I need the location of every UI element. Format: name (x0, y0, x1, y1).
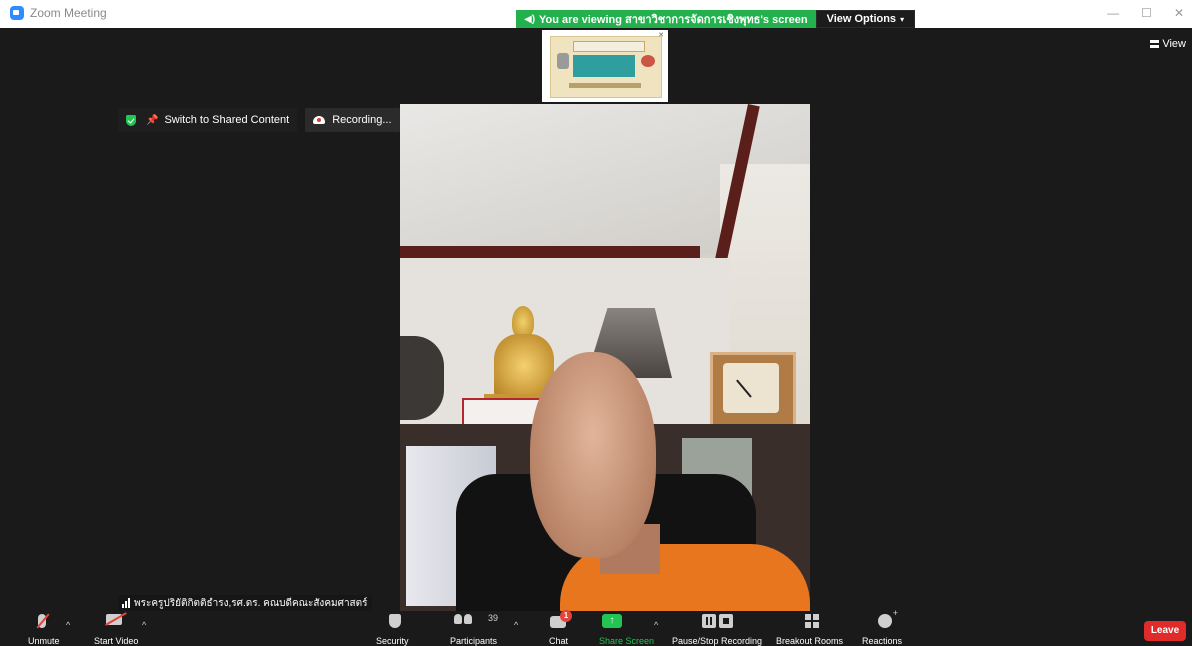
video-ceiling-trim (400, 246, 700, 258)
switch-to-shared-content-label: Switch to Shared Content (164, 114, 290, 126)
participants-options-caret-icon[interactable]: ^ (514, 620, 518, 630)
chat-unread-badge: 1 (560, 610, 572, 622)
participants-button[interactable]: 39 ^ Participants (448, 612, 528, 646)
app-title: Zoom Meeting (10, 6, 107, 20)
maximize-button[interactable]: ☐ (1141, 6, 1152, 20)
signal-strength-icon (122, 598, 130, 608)
share-options-caret-icon[interactable]: ^ (654, 620, 658, 630)
participants-label: Participants (450, 636, 498, 646)
breakout-rooms-label: Breakout Rooms (776, 636, 844, 646)
floating-meeting-controls: 📌 Switch to Shared Content Recording... (118, 108, 443, 132)
pin-icon: 📌 (146, 114, 159, 126)
slide-right-logo (641, 55, 655, 67)
participant-video (400, 104, 810, 611)
participants-count: 39 (488, 613, 499, 623)
participant-name-tag: พระครูปริยัติกิตติธำรง,รศ.ดร. คณบดีคณะสั… (118, 595, 372, 611)
switch-to-shared-content-button[interactable]: 📌 Switch to Shared Content (118, 108, 298, 132)
pause-stop-recording-label: Pause/Stop Recording (672, 636, 763, 646)
start-video-button[interactable]: ^ Start Video (94, 612, 156, 646)
reactions-icon (878, 608, 898, 628)
share-screen-label: Share Screen (599, 636, 655, 646)
viewing-status-text: You are viewing สาขาวิชาการจัดการเชิงพุท… (539, 14, 808, 26)
slide-center-panel (573, 55, 635, 77)
participants-icon (454, 614, 472, 624)
security-icon (389, 614, 401, 628)
participant-name: พระครูปริยัติกิตติธำรง,รศ.ดร. คณบดีคณะสั… (134, 597, 368, 609)
unmute-button[interactable]: ^ Unmute (26, 612, 74, 646)
zoom-logo-icon (10, 6, 24, 20)
video-lamp-left (400, 336, 444, 420)
speaker-icon: ◀) (524, 13, 536, 25)
leave-button[interactable]: Leave (1144, 621, 1186, 641)
meeting-toolbar: ^ Unmute ^ Start Video Security 39 ^ Par… (0, 608, 1192, 646)
shared-slide-preview (550, 36, 662, 98)
window-controls: — ☐ ✕ (1107, 6, 1184, 20)
viewing-banner: ◀) You are viewing สาขาวิชาการจัดการเชิง… (516, 10, 916, 28)
slide-title-block (573, 41, 645, 52)
view-toggle-label: View (1162, 38, 1186, 50)
view-layout-icon (1150, 40, 1160, 48)
share-screen-icon: ↑ (602, 614, 622, 628)
thumbnail-close-icon[interactable]: ✕ (658, 31, 664, 39)
security-label: Security (376, 636, 409, 646)
chat-button[interactable]: 1 Chat (546, 610, 576, 646)
shared-screen-thumbnail[interactable]: ✕ (542, 30, 668, 102)
reactions-button[interactable]: Reactions (862, 608, 908, 646)
chevron-down-icon: ▾ (900, 14, 905, 24)
mic-muted-icon (36, 613, 50, 629)
recording-indicator: Recording... (305, 108, 400, 132)
view-toggle-button[interactable]: View (1150, 38, 1186, 50)
reactions-label: Reactions (862, 636, 903, 646)
title-bar: Zoom Meeting ◀) You are viewing สาขาวิชา… (0, 0, 1192, 28)
video-wall-clock (710, 352, 796, 428)
view-options-label: View Options (826, 13, 897, 25)
close-button[interactable]: ✕ (1174, 6, 1184, 20)
video-face (530, 352, 656, 558)
security-button[interactable]: Security (376, 612, 416, 646)
slide-footer-text (569, 83, 641, 88)
viewing-status: ◀) You are viewing สาขาวิชาการจัดการเชิง… (516, 10, 816, 28)
pause-stop-recording-button[interactable]: Pause/Stop Recording (672, 612, 768, 646)
app-title-text: Zoom Meeting (30, 6, 107, 20)
share-screen-button[interactable]: ↑ ^ Share Screen (598, 612, 670, 646)
slide-left-logo (557, 53, 569, 69)
audio-options-caret-icon[interactable]: ^ (66, 620, 70, 630)
breakout-rooms-icon (805, 614, 819, 628)
video-off-icon (105, 612, 127, 626)
minimize-button[interactable]: — (1107, 6, 1119, 20)
start-video-label: Start Video (94, 636, 139, 646)
video-options-caret-icon[interactable]: ^ (142, 620, 146, 630)
cloud-recording-icon (313, 116, 326, 124)
pause-stop-recording-icon (702, 614, 733, 628)
view-options-button[interactable]: View Options ▾ (815, 10, 916, 28)
recording-label: Recording... (332, 114, 392, 126)
unmute-label: Unmute (28, 636, 60, 646)
chat-label: Chat (549, 636, 569, 646)
breakout-rooms-button[interactable]: Breakout Rooms (776, 612, 850, 646)
security-shield-icon (126, 114, 136, 126)
